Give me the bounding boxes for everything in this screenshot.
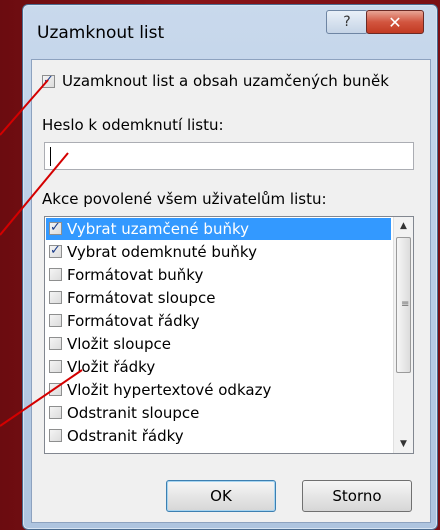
vertical-scrollbar[interactable]: ▲ ≡ ▼ [393,217,413,453]
list-item-checkbox[interactable] [49,268,62,281]
list-item-label: Formátovat řádky [67,312,200,330]
allowed-actions-list[interactable]: Vybrat uzamčené buňky Vybrat odemknuté b… [44,216,414,454]
lock-sheet-label: Uzamknout list a obsah uzamčených buněk [62,72,389,90]
close-icon: ✕ [388,12,402,32]
list-item-checkbox[interactable] [49,337,62,350]
list-item[interactable]: Odstranit sloupce [46,402,391,424]
list-item-checkbox[interactable] [49,406,62,419]
list-item-label: Odstranit sloupce [67,404,200,422]
close-button[interactable]: ✕ [366,10,424,34]
list-item-label: Vybrat odemknuté buňky [67,243,257,261]
list-item-checkbox[interactable] [49,383,62,396]
list-item-checkbox[interactable] [49,314,62,327]
password-label: Heslo k odemknutí listu: [42,116,224,134]
grip-icon: ≡ [401,299,410,310]
question-icon: ? [343,14,351,30]
list-item-label: Formátovat sloupce [67,289,216,307]
list-item[interactable]: Vložit hypertextové odkazy [46,379,391,401]
help-button[interactable]: ? [326,10,368,34]
list-item-checkbox[interactable] [49,360,62,373]
list-item[interactable]: Odstranit řádky [46,425,391,447]
list-item-label: Vložit sloupce [67,335,171,353]
scroll-down-icon[interactable]: ▼ [394,435,413,453]
list-item[interactable]: Formátovat buňky [46,264,391,286]
dialog-body: Uzamknout list a obsah uzamčených buněk … [31,59,431,523]
lock-sheet-checkbox[interactable] [42,73,55,88]
list-item-checkbox[interactable] [49,429,62,442]
list-item[interactable]: Vybrat odemknuté buňky [46,241,391,263]
password-field[interactable] [44,142,414,170]
list-item-checkbox[interactable] [49,220,62,235]
list-item-label: Vložit řádky [67,358,156,376]
ok-button[interactable]: OK [166,480,276,512]
list-item-label: Odstranit řádky [67,427,184,445]
list-item-label: Formátovat buňky [67,266,204,284]
list-item-checkbox[interactable] [49,291,62,304]
cancel-button[interactable]: Storno [302,480,412,512]
scrollbar-thumb[interactable]: ≡ [396,237,411,373]
text-caret [50,147,51,166]
scroll-up-icon[interactable]: ▲ [394,217,413,235]
dialog-title: Uzamknout list [37,23,165,43]
list-item-checkbox[interactable] [49,243,62,258]
protect-sheet-dialog: Uzamknout list ? ✕ Uzamknout list a obsa… [22,4,438,530]
list-item[interactable]: Vložit sloupce [46,333,391,355]
list-item-label: Vložit hypertextové odkazy [67,381,272,399]
list-item[interactable]: Vybrat uzamčené buňky [46,218,391,240]
list-item[interactable]: Formátovat řádky [46,310,391,332]
list-item-label: Vybrat uzamčené buňky [67,220,249,238]
title-bar: Uzamknout list ? ✕ [23,5,437,59]
list-item[interactable]: Vložit řádky [46,356,391,378]
list-item[interactable]: Formátovat sloupce [46,287,391,309]
allowed-actions-label: Akce povolené všem uživatelům listu: [42,190,327,208]
